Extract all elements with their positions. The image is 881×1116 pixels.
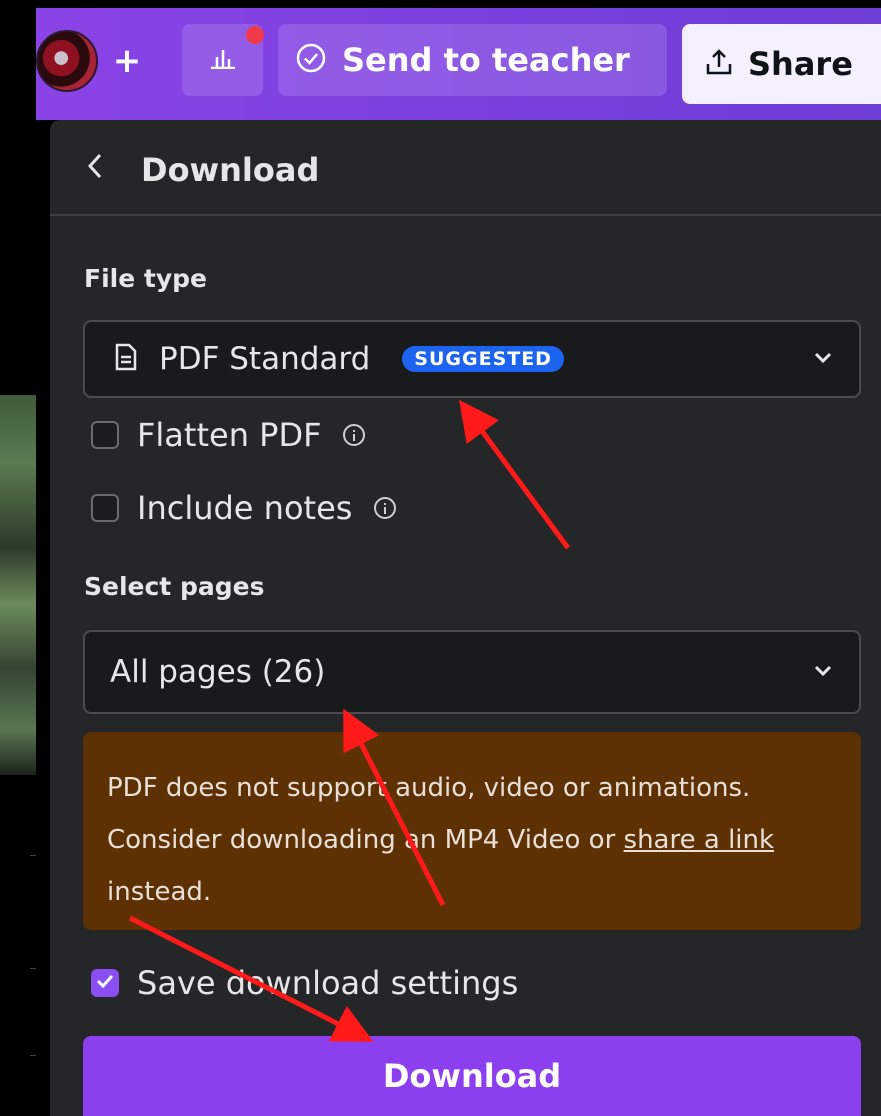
chevron-left-icon [86, 152, 104, 184]
check-circle-icon [296, 43, 326, 77]
flatten-pdf-option[interactable]: Flatten PDF [91, 416, 366, 454]
panel-title: Download [141, 151, 320, 189]
plus-icon: + [112, 41, 142, 81]
chevron-down-icon [813, 350, 833, 369]
background-thumbnail [0, 395, 36, 775]
send-to-teacher-label: Send to teacher [342, 41, 630, 79]
file-type-value: PDF Standard [159, 341, 371, 377]
include-notes-label: Include notes [137, 489, 353, 527]
include-notes-checkbox[interactable] [91, 494, 119, 522]
flatten-pdf-checkbox[interactable] [91, 421, 119, 449]
include-notes-option[interactable]: Include notes [91, 489, 397, 527]
checkmark-icon [95, 973, 115, 993]
divider [30, 1055, 36, 1056]
save-settings-checkbox[interactable] [91, 969, 119, 997]
file-type-dropdown[interactable]: PDF Standard SUGGESTED [83, 320, 861, 398]
chart-icon [210, 47, 236, 73]
back-button[interactable] [86, 150, 116, 186]
save-settings-label: Save download settings [137, 964, 519, 1002]
divider [30, 855, 36, 856]
pdf-warning-notice: PDF does not support audio, video or ani… [83, 732, 861, 930]
share-label: Share [748, 45, 853, 83]
download-panel: Download File type PDF Standard SUGGESTE… [50, 120, 881, 1116]
document-icon [115, 343, 137, 375]
save-settings-option[interactable]: Save download settings [91, 964, 518, 1002]
add-collaborator-button[interactable]: + [98, 30, 156, 92]
download-button[interactable]: Download [83, 1036, 861, 1116]
notification-dot [246, 26, 264, 44]
select-pages-label: Select pages [84, 572, 265, 601]
divider [30, 968, 36, 969]
panel-header: Download [50, 120, 881, 216]
top-toolbar: + Send to teacher Share [36, 8, 881, 120]
avatar[interactable] [36, 30, 98, 92]
chevron-down-icon [813, 663, 833, 682]
pages-value: All pages (26) [110, 654, 326, 690]
info-icon[interactable] [343, 424, 366, 446]
suggested-badge: SUGGESTED [402, 346, 564, 372]
info-icon[interactable] [374, 497, 397, 519]
flatten-pdf-label: Flatten PDF [137, 416, 322, 454]
file-type-label: File type [84, 264, 207, 293]
share-button[interactable]: Share [682, 24, 881, 104]
pages-dropdown[interactable]: All pages (26) [83, 630, 861, 714]
warning-text-end: instead. [107, 877, 212, 907]
share-upload-icon [704, 47, 734, 81]
send-to-teacher-button[interactable]: Send to teacher [278, 24, 667, 96]
share-link[interactable]: share a link [624, 825, 775, 855]
background-canvas-strip [0, 0, 36, 1116]
